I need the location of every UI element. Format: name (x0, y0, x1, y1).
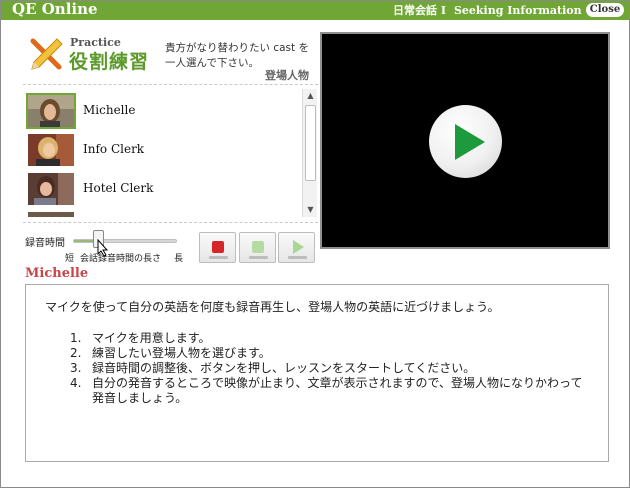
button-bar (249, 256, 268, 259)
instruction-step: 4. 自分の発音するところで映像が止まり、文章が表示されますので、登場人物になりか… (70, 376, 583, 405)
app-window: QE Online 日常会話 I Seeking Information Clos… (0, 0, 630, 488)
step-text: 自分の発音するところで映像が止まり、文章が表示されますので、登場人物になりかわっ… (92, 376, 583, 405)
instruction-step: 2. 練習したい登場人物を選びます。 (70, 346, 271, 360)
cast-thumbnail (26, 210, 76, 217)
cast-item-info-clerk[interactable]: Info Clerk (23, 130, 303, 168)
video-player[interactable] (320, 32, 610, 249)
slider-mid-label: 会話録音時間の長さ (80, 254, 162, 264)
record-square-icon (252, 241, 264, 253)
cast-name: Info Clerk (83, 142, 145, 156)
step-text: 練習したい登場人物を選びます。 (92, 346, 271, 360)
button-bar (288, 256, 307, 259)
instruction-step: 1. マイクを用意します。 (70, 331, 211, 345)
step-text: マイクを用意します。 (92, 331, 211, 345)
cast-name: Michelle (83, 103, 136, 117)
practice-label-ja: 役割練習 (69, 51, 150, 73)
instructions-steps: 1. マイクを用意します。 2. 練習したい登場人物を選びます。 3. 録音時間の調整… (66, 331, 586, 406)
cast-item-partial[interactable] (23, 208, 303, 217)
recording-time-label: 録音時間 (25, 238, 65, 249)
cast-name: Hotel Clerk (83, 181, 154, 195)
instructions-panel: マイクを使って自分の英語を何度も録音再生し、登場人物の英語に近づけましょう。 1… (25, 284, 609, 462)
cast-thumbnail (26, 132, 76, 168)
slider-fill (74, 240, 95, 242)
button-bar (209, 256, 228, 259)
step-text: 録音時間の調整後、ボタンを押し、レッスンをスタートしてください。 (92, 361, 476, 375)
title-bar: QE Online 日常会話 I Seeking Information Clos… (1, 0, 629, 20)
cast-heading: 登場人物 (265, 69, 309, 82)
close-button[interactable]: Close (586, 3, 624, 17)
slider-min-label: 短 (65, 254, 75, 264)
stop-square-icon (212, 241, 224, 253)
cast-list-scrollbar[interactable]: ▲ ▼ (302, 89, 317, 217)
video-play-button[interactable] (429, 105, 502, 178)
cast-thumbnail (26, 171, 76, 207)
play-icon (455, 124, 485, 160)
brand-title: QE Online (12, 0, 98, 18)
cast-item-michelle[interactable]: Michelle (23, 91, 303, 129)
recording-time-slider[interactable] (73, 239, 177, 243)
playback-button[interactable] (278, 232, 315, 263)
lesson-title-en: Seeking Information (453, 4, 582, 17)
selected-cast-name: Michelle (25, 266, 89, 281)
play-triangle-icon (293, 240, 304, 254)
divider (23, 222, 318, 223)
cast-list: Michelle Info Clerk Hotel Clerk (23, 89, 318, 217)
slider-max-label: 長 (174, 254, 184, 264)
cast-thumbnail (26, 93, 76, 129)
scroll-thumb[interactable] (305, 105, 316, 181)
lesson-title-ja: 日常会話 I (393, 4, 446, 17)
lesson-title: 日常会話 I Seeking Information (393, 1, 582, 20)
instructions-intro: マイクを使って自分の英語を何度も録音再生し、登場人物の英語に近づけましょう。 (45, 300, 500, 314)
stop-button[interactable] (199, 232, 236, 263)
divider (23, 84, 318, 85)
scroll-down-arrow-icon[interactable]: ▼ (303, 203, 318, 217)
scroll-up-arrow-icon[interactable]: ▲ (303, 89, 318, 103)
record-button[interactable] (239, 232, 276, 263)
pencil-cross-icon (27, 35, 65, 73)
cast-item-hotel-clerk[interactable]: Hotel Clerk (23, 169, 303, 207)
mouse-cursor-icon (97, 238, 109, 257)
instruction-step: 3. 録音時間の調整後、ボタンを押し、レッスンをスタートしてください。 (70, 361, 476, 375)
